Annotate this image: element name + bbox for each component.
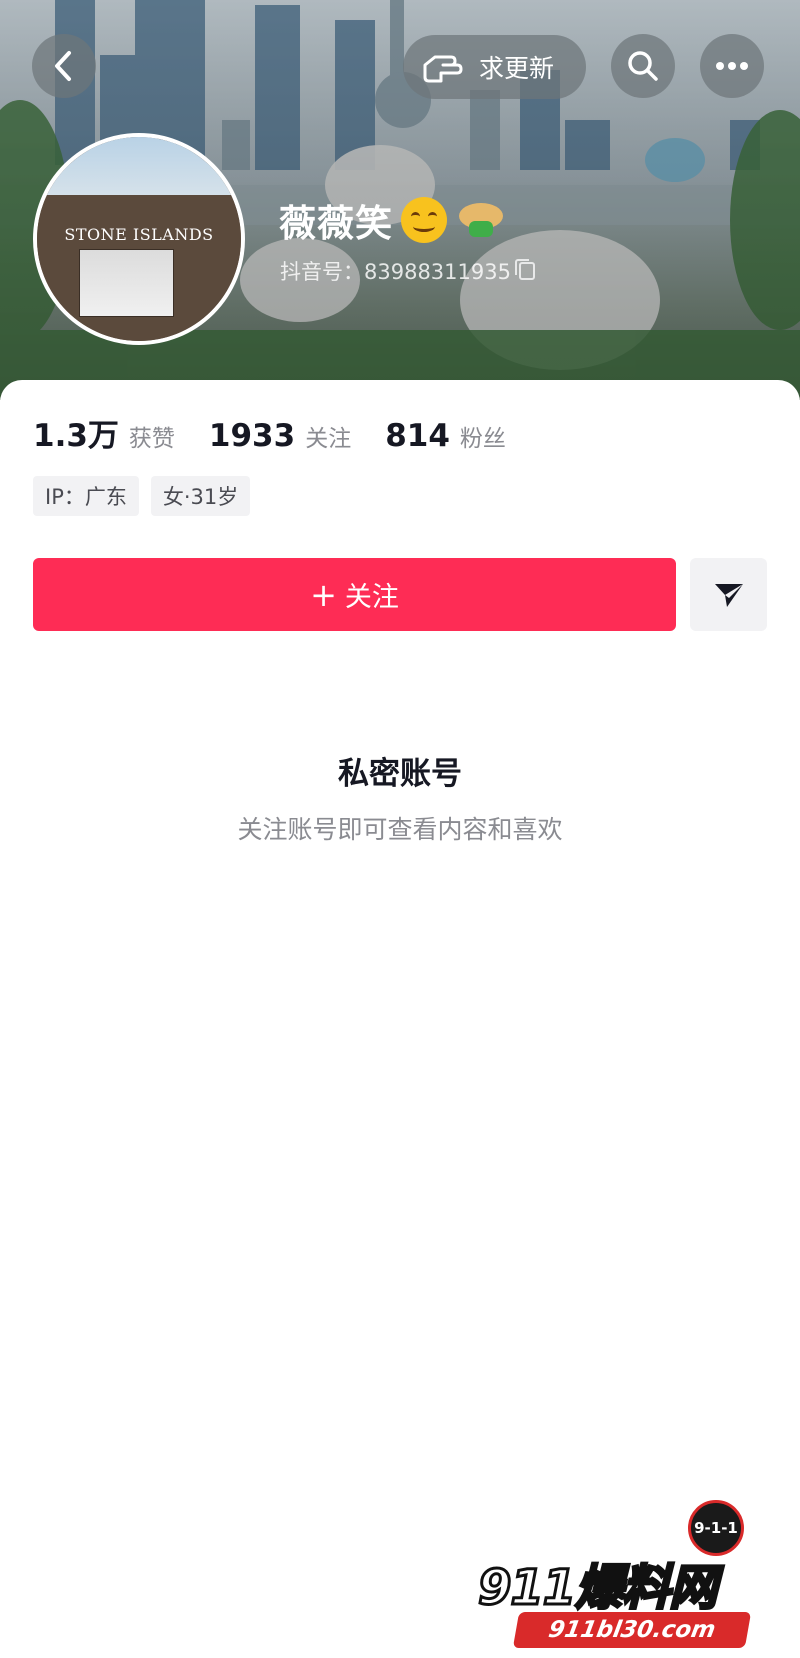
profile-name-row: 薇薇笑 [279, 192, 505, 248]
stat-fans[interactable]: 814 粉丝 [385, 418, 506, 454]
stat-likes-label: 获赞 [128, 426, 175, 452]
plus-icon: + [310, 575, 337, 614]
follow-label: 关注 [344, 582, 399, 613]
profile-cover: 求更新 STONE ISLANDS 薇薇笑 抖音号：83988311935 [0, 0, 800, 400]
more-dots-icon [716, 62, 748, 70]
stat-likes-number: 1.3万 [33, 418, 119, 454]
private-account-subtitle: 关注账号即可查看内容和喜欢 [237, 815, 563, 844]
search-button[interactable] [611, 34, 675, 98]
more-button[interactable] [700, 34, 764, 98]
stat-following-label: 关注 [305, 426, 352, 452]
stat-fans-number: 814 [385, 418, 450, 454]
send-icon [714, 583, 743, 607]
watermark-logo: 9-1-1 911爆料网 911bl30.com [477, 1498, 800, 1658]
stat-fans-label: 粉丝 [459, 426, 506, 452]
back-button[interactable] [32, 34, 96, 98]
watermark-url: 911bl30.com [512, 1612, 752, 1648]
douyin-id-text: 抖音号：83988311935 [280, 260, 511, 284]
hat-bow-emoji-icon [457, 197, 505, 243]
stat-likes[interactable]: 1.3万 获赞 [33, 410, 175, 455]
pointing-hand-icon [421, 46, 463, 88]
follow-button[interactable]: + 关注 [33, 558, 676, 631]
avatar-sky [37, 137, 241, 197]
avatar-poster [79, 249, 174, 317]
request-update-label: 求更新 [479, 54, 555, 83]
watermark-main-text: 911爆料网 [477, 1559, 719, 1618]
douyin-id[interactable]: 抖音号：83988311935 [280, 256, 535, 286]
tag-gender-age: 女·31岁 [150, 476, 251, 516]
profile-name: 薇薇笑 [279, 202, 393, 245]
chevron-left-icon [55, 51, 71, 81]
profile-tags: IP：广东 女·31岁 [33, 476, 262, 516]
avatar[interactable]: STONE ISLANDS [33, 133, 245, 345]
tag-ip-location: IP：广东 [33, 476, 139, 516]
request-update-button[interactable]: 求更新 [403, 35, 586, 99]
private-account-title: 私密账号 [338, 756, 462, 792]
copy-icon[interactable] [514, 259, 535, 280]
stat-following[interactable]: 1933 关注 [209, 418, 351, 454]
search-icon [628, 51, 658, 81]
profile-stats: 1.3万 获赞 1933 关注 814 粉丝 [33, 410, 540, 455]
profile-card: 1.3万 获赞 1933 关注 814 粉丝 IP：广东 女·31岁 + 关注 … [0, 380, 800, 1658]
avatar-brand-text: STONE ISLANDS [64, 225, 214, 244]
stat-following-number: 1933 [208, 418, 296, 454]
smile-emoji-icon [401, 197, 447, 243]
share-button[interactable] [690, 558, 767, 631]
